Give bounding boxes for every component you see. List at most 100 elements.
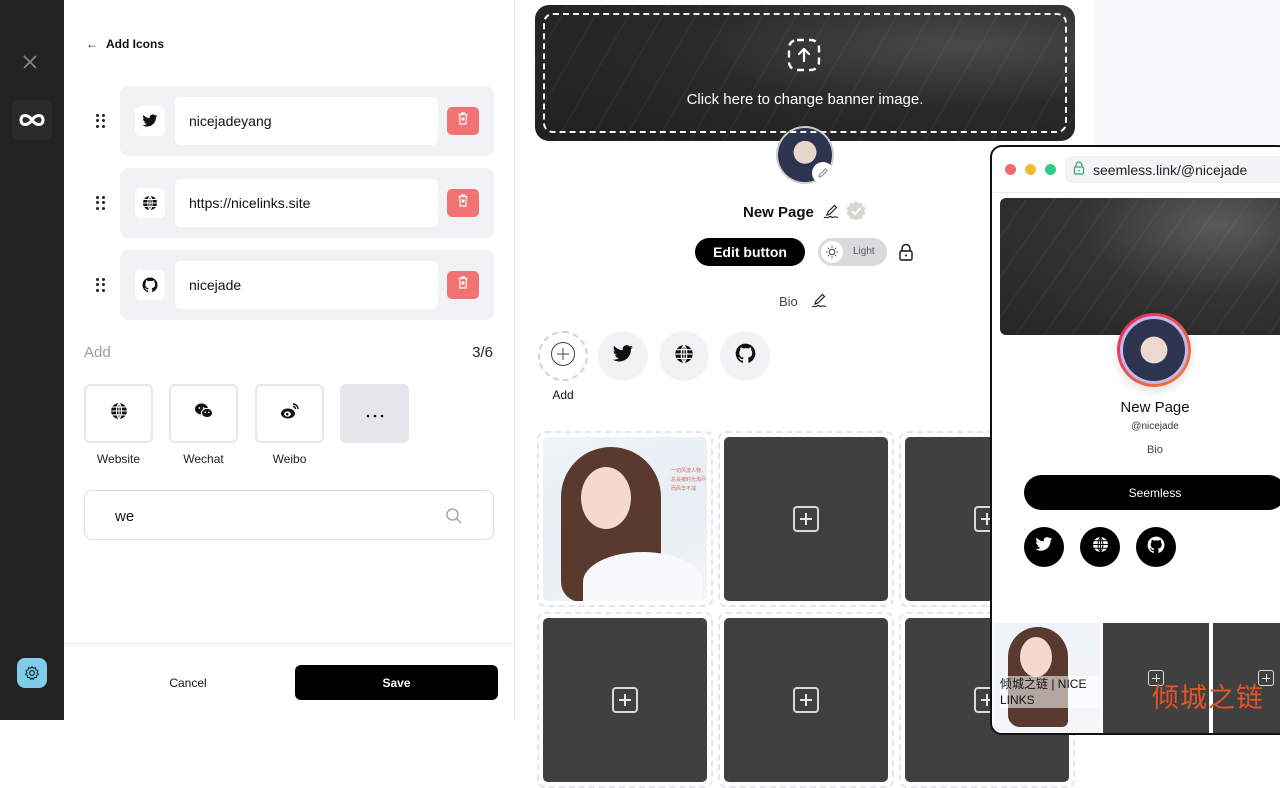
website-url-input[interactable] [175,179,438,227]
plus-square-icon [612,687,638,713]
preview-url: seemless.link/@nicejade [1093,161,1248,178]
link-row-twitter [84,86,494,156]
add-section-label: Add [84,344,111,361]
theme-toggle[interactable]: Light [818,238,887,266]
grid-empty-cell[interactable] [718,612,894,788]
wechat-option-label: Wechat [183,452,224,466]
link-card [120,250,494,320]
link-card [120,86,494,156]
signature-edit-icon[interactable] [822,203,840,221]
twitter-username-input[interactable] [175,97,438,145]
add-weibo-option[interactable] [255,384,324,443]
social-website-button[interactable] [659,331,709,381]
social-twitter-button[interactable] [598,331,648,381]
plus-circle-icon [550,341,576,372]
github-icon [1147,536,1165,559]
sun-icon [821,241,843,263]
grid-empty-cell[interactable] [718,431,894,607]
github-username-input[interactable] [175,261,438,309]
globe-icon [674,344,694,369]
preview-avatar [1117,313,1191,387]
drag-handle-icon[interactable] [96,114,106,128]
more-dots-icon [365,405,385,423]
pencil-icon[interactable] [812,162,834,184]
gear-icon[interactable] [17,658,47,688]
trash-icon [457,194,469,212]
grid-empty-cell[interactable] [537,612,713,788]
preview-grid-photo[interactable]: 倾城之链 | NICE LINKS [994,623,1100,733]
lock-icon[interactable] [898,243,914,261]
signature-edit-icon[interactable] [810,292,828,310]
preview-page-name: New Page [1120,399,1190,416]
delete-button[interactable] [447,189,479,217]
preview-tile-caption: 倾城之链 | NICE LINKS [1000,676,1100,708]
search-icon[interactable] [445,507,463,525]
add-website-option[interactable] [84,384,153,443]
plus-square-icon [793,687,819,713]
link-card [120,168,494,238]
weibo-option-label: Weibo [272,452,307,466]
icon-count: 3/6 [472,344,493,361]
weibo-icon [280,402,300,425]
add-wechat-option[interactable] [169,384,238,443]
close-icon[interactable] [20,52,40,72]
background-area [1095,0,1280,145]
delete-button[interactable] [447,271,479,299]
arrow-left-icon: ← [86,37,98,51]
back-button[interactable]: ← Add Icons [86,37,164,51]
icon-search-input[interactable] [115,505,415,527]
app-rail [0,0,64,720]
preview-handle: @nicejade [1131,421,1179,432]
banner-dashed-border [543,13,1067,133]
twitter-icon [135,106,165,136]
twitter-icon [612,344,634,368]
grid-photo: 一切风流人物，总会被时光淘尽而风华不减 [543,437,707,601]
icon-search-box [84,490,494,540]
theme-label: Light [853,246,875,257]
minimize-dot [1025,164,1036,175]
delete-button[interactable] [447,107,479,135]
url-bar[interactable]: seemless.link/@nicejade [1065,156,1280,183]
add-social-label: Add [552,388,574,402]
lock-icon [1073,161,1085,178]
bio-text: Bio [779,294,798,309]
save-button[interactable]: Save [295,665,498,700]
maximize-dot [1045,164,1056,175]
preview-browser-bar: seemless.link/@nicejade [992,147,1280,193]
photo-caption-text: 一切风流人物，总会被时光淘尽而风华不减 [671,468,707,492]
add-icons-panel: ← Add Icons nicejadeyang https://nicelin… [64,0,515,720]
page-name: New Page [743,204,814,221]
drag-handle-icon[interactable] [96,278,106,292]
twitter-icon [1035,537,1053,557]
preview-social-twitter[interactable] [1024,527,1064,567]
banner-instructions: Click here to change banner image. [686,91,924,108]
cancel-button[interactable]: Cancel [128,668,248,698]
drag-handle-icon[interactable] [96,196,106,210]
plus-square-icon [793,506,819,532]
preview-social-website[interactable] [1080,527,1120,567]
live-preview-window: seemless.link/@nicejade New Page @niceja… [990,145,1280,735]
verified-badge-icon [845,200,867,222]
preview-link-button[interactable]: Seemless [1024,475,1280,510]
preview-bio: Bio [1147,444,1163,456]
banner-upload-area[interactable]: Click here to change banner image. [535,5,1075,141]
edit-button[interactable]: Edit button [695,238,805,266]
social-github-button[interactable] [720,331,770,381]
globe-icon [135,188,165,218]
add-social-button[interactable] [538,331,588,381]
upload-icon [787,38,821,72]
grid-image-cell[interactable]: 一切风流人物，总会被时光淘尽而风华不减 [537,431,713,607]
watermark: 倾城之链 [1152,683,1264,713]
preview-social-github[interactable] [1136,527,1176,567]
avatar-upload[interactable] [776,126,834,184]
more-options-button[interactable] [340,384,409,443]
panel-footer: Cancel Save [64,643,515,720]
globe-icon [1092,536,1109,558]
globe-icon [110,402,128,425]
infinity-link-icon[interactable] [12,100,52,140]
link-row-github [84,250,494,320]
github-icon [735,343,756,369]
website-option-label: Website [96,452,141,466]
link-row-website [84,168,494,238]
trash-icon [457,276,469,294]
